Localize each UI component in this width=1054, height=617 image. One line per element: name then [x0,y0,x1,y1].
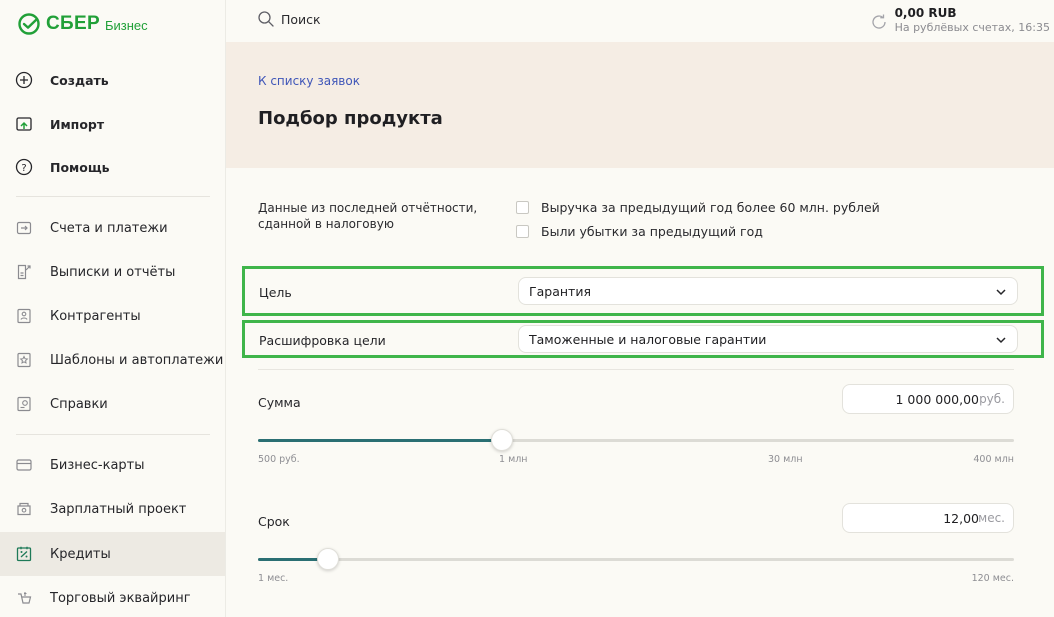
goal-detail-row-highlight: Расшифровка цели Таможенные и налоговые … [242,320,1044,358]
sidebar-item-salary[interactable]: Зарплатный проект [0,489,225,529]
sidebar-item-cards[interactable]: Бизнес-карты [0,445,225,485]
report-data-label: Данные из последней отчётности, сданной … [258,201,478,231]
sidebar-action-import[interactable]: Импорт [0,104,225,144]
search-icon [258,11,274,27]
goal-row-highlight: Цель Гарантия [242,266,1044,316]
revenue-checkbox[interactable]: Выручка за предыдущий год более 60 млн. … [516,200,880,215]
sidebar: СБЕР Бизнес Создать Импорт ? Помощь Счет… [0,0,226,617]
term-label: Срок [258,514,290,529]
sidebar-item-contractors[interactable]: Контрагенты [0,296,225,336]
sidebar-item-statements[interactable]: Выписки и отчёты [0,252,225,292]
checkbox-label: Были убытки за предыдущий год [541,224,763,239]
card-icon [14,455,34,475]
refresh-icon [871,14,886,29]
term-unit: мес. [978,511,1005,525]
sidebar-item-label: Справки [50,396,108,412]
term-slider-handle[interactable] [316,548,339,570]
sidebar-item-label: Шаблоны и автоплатежи [50,352,224,368]
page-header: К списку заявок Подбор продукта [226,42,1054,168]
sidebar-item-accounts[interactable]: Счета и платежи [0,208,225,248]
term-value: 12,00 [943,511,979,526]
page-title: Подбор продукта [258,108,443,129]
brand-product: Бизнес [104,18,148,33]
brand-name: СБЕР [46,13,100,34]
goal-detail-select[interactable]: Таможенные и налоговые гарантии [518,325,1018,353]
goal-detail-label: Расшифровка цели [259,333,386,348]
sber-logo[interactable]: СБЕР Бизнес [18,12,148,36]
sber-logo-icon [18,13,40,35]
salary-icon [14,499,34,519]
statements-icon [14,262,34,282]
sidebar-item-label: Кредиты [50,546,111,562]
term-tick-max: 120 мес. [971,573,1014,584]
amount-tick-min: 500 руб. [258,454,300,465]
checkbox-label: Выручка за предыдущий год более 60 млн. … [541,200,880,215]
losses-checkbox[interactable]: Были убытки за предыдущий год [516,224,763,239]
top-bar: Поиск 0,00 RUB На рублёвых счетах, 16:35 [226,0,1054,42]
certificates-icon [14,394,34,414]
section-divider [258,369,1014,370]
amount-unit: руб. [979,392,1005,406]
term-tick-min: 1 мес. [258,573,289,584]
help-icon: ? [14,157,34,177]
sidebar-action-label: Создать [50,72,109,88]
main-content: К списку заявок Подбор продукта Данные и… [226,42,1054,617]
amount-tick-30m: 30 млн [768,454,803,465]
credit-icon [14,544,34,564]
goal-label: Цель [259,285,292,300]
back-to-requests-link[interactable]: К списку заявок [258,74,360,88]
search-label: Поиск [281,11,321,27]
sidebar-action-create[interactable]: Создать [0,60,225,100]
sidebar-divider [16,434,210,435]
amount-tick-max: 400 млн [973,454,1014,465]
amount-tick-1m: 1 млн [499,454,528,465]
sidebar-item-credits[interactable]: Кредиты [0,532,225,576]
amount-slider-handle[interactable] [491,429,514,451]
sidebar-divider [16,196,210,197]
import-icon [14,114,34,134]
goal-detail-select-value: Таможенные и налоговые гарантии [529,332,767,347]
sidebar-item-templates[interactable]: Шаблоны и автоплатежи [0,340,225,380]
amount-slider-fill [258,439,503,442]
amount-slider-track[interactable] [258,439,1014,442]
goal-select[interactable]: Гарантия [518,277,1018,305]
chevron-down-icon [996,337,1006,344]
balance-widget[interactable]: 0,00 RUB На рублёвых счетах, 16:35 [869,6,1050,34]
checkbox-box[interactable] [516,225,529,238]
svg-text:?: ? [21,163,26,174]
sidebar-item-certificates[interactable]: Справки [0,384,225,424]
sidebar-action-help[interactable]: ? Помощь [0,147,225,187]
balance-amount: 0,00 RUB [894,6,957,20]
contractors-icon [14,306,34,326]
balance-subtitle: На рублёвых счетах, 16:35 [894,21,1050,34]
plus-circle-icon [14,70,34,90]
sidebar-item-label: Контрагенты [50,308,141,324]
goal-select-value: Гарантия [529,284,591,299]
amount-label: Сумма [258,395,301,410]
sidebar-item-acquiring[interactable]: Торговый эквайринг [0,578,225,617]
chevron-down-icon [996,289,1006,296]
sidebar-action-label: Импорт [50,116,105,132]
acquiring-icon [14,588,34,608]
balance-values: 0,00 RUB На рублёвых счетах, 16:35 [895,6,1050,34]
sidebar-item-label: Зарплатный проект [50,501,187,517]
sidebar-item-label: Счета и платежи [50,220,168,236]
accounts-icon [14,218,34,238]
checkbox-box[interactable] [516,201,529,214]
templates-icon [14,350,34,370]
term-input[interactable]: 12,00 мес. [842,503,1014,533]
sidebar-item-label: Выписки и отчёты [50,264,176,280]
search-button[interactable]: Поиск [257,10,321,28]
term-slider-track[interactable] [258,558,1014,561]
sidebar-item-label: Торговый эквайринг [50,590,191,606]
amount-value: 1 000 000,00 [895,392,980,407]
sidebar-item-label: Бизнес-карты [50,457,145,473]
sidebar-action-label: Помощь [50,159,110,175]
amount-input[interactable]: 1 000 000,00 руб. [842,384,1014,414]
